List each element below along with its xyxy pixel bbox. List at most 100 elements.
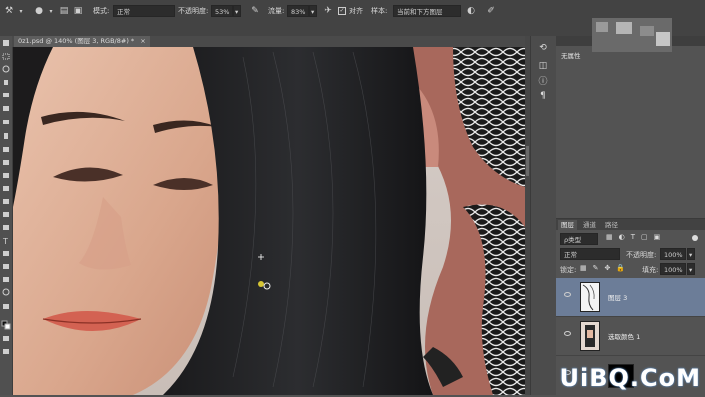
- filter-shape-icon[interactable]: ▢: [641, 233, 648, 241]
- dodge-tool-icon: [3, 212, 9, 217]
- layer-row[interactable]: 图层 3: [556, 278, 705, 317]
- brush-panel-icon: ▤: [59, 6, 69, 16]
- close-icon[interactable]: ×: [140, 37, 145, 45]
- layer-opacity-input[interactable]: 100%: [660, 248, 686, 260]
- layer-filter-select[interactable]: ρ类型: [560, 233, 598, 245]
- lock-label: 锁定:: [560, 266, 577, 274]
- pen-pressure-size-icon: ✐: [487, 6, 495, 16]
- opacity-input[interactable]: 53%: [211, 5, 233, 17]
- filter-type-icon[interactable]: T: [631, 233, 635, 241]
- fill-label: 填充:: [642, 266, 659, 274]
- tab-layers[interactable]: 图层: [558, 220, 577, 230]
- tab-channels[interactable]: 通道: [580, 220, 599, 230]
- clone-stamp-tool-icon: [3, 147, 9, 152]
- lock-position-icon[interactable]: ✥: [605, 264, 611, 272]
- filter-adjust-icon[interactable]: ◐: [619, 233, 625, 241]
- marquee-tool-icon: [2, 53, 10, 60]
- mode-label: 模式:: [93, 7, 110, 15]
- ignore-adjustment-layers-button[interactable]: ◐: [465, 4, 477, 18]
- visibility-eye-icon[interactable]: [564, 292, 571, 297]
- visibility-eye-icon[interactable]: [564, 331, 571, 336]
- brush-dot-icon: ●: [35, 6, 43, 16]
- document-tabbar: 0z1.psd @ 140% (图层 3, RGB/8#) * ×: [12, 36, 526, 47]
- crop-tool-icon: [3, 93, 9, 97]
- flow-dropdown[interactable]: ▾: [309, 5, 317, 17]
- document-tab[interactable]: 0z1.psd @ 140% (图层 3, RGB/8#) * ×: [14, 36, 150, 47]
- history-brush-tool-icon: [3, 160, 9, 165]
- layer-thumbnail: [580, 321, 600, 351]
- filter-toggle-icon[interactable]: [692, 235, 698, 241]
- layer-row[interactable]: 选取颜色 1: [556, 317, 705, 356]
- lock-image-icon[interactable]: ✎: [593, 264, 599, 272]
- filter-pixel-icon[interactable]: ▦: [606, 233, 613, 241]
- opacity-label: 不透明度:: [178, 7, 209, 15]
- tool-preset-picker[interactable]: ⚒ ▾: [3, 4, 27, 18]
- lock-all-icon[interactable]: 🔒: [616, 264, 625, 272]
- lock-row: 锁定: ▦ ✎ ✥ 🔒 填充: 100% ▾: [556, 262, 705, 276]
- path-select-tool-icon: [3, 251, 9, 256]
- toolbox-icons[interactable]: T: [0, 36, 12, 395]
- toolbox: T: [0, 36, 13, 395]
- adjust-panel-icon[interactable]: ◫: [537, 60, 549, 72]
- eraser-tool-icon: [3, 173, 9, 178]
- background-color-swatch: [4, 323, 11, 330]
- history-panel-icon[interactable]: ⟲: [537, 42, 549, 54]
- canvas-image: [13, 47, 525, 395]
- chevron-down-icon: ▾: [49, 7, 53, 15]
- filter-smart-icon[interactable]: ▣: [654, 233, 661, 241]
- aligned-checkbox[interactable]: ✓ 对齐: [338, 4, 363, 18]
- type-tool-icon: T: [2, 237, 8, 246]
- panel-dock: ⟲ ◫ ⓘ ¶: [530, 36, 556, 395]
- watermark-logo: UiBQ.CoM: [559, 364, 701, 392]
- pressure-opacity-button[interactable]: ✎: [249, 4, 261, 18]
- quick-select-tool-icon: [4, 80, 8, 85]
- info-panel-icon[interactable]: ⓘ: [537, 76, 549, 88]
- document-canvas[interactable]: [13, 47, 525, 395]
- shape-tool-icon: [3, 264, 9, 269]
- quick-mask-icon: [3, 336, 9, 341]
- pressure-size-button[interactable]: ✐: [485, 4, 497, 18]
- zoom-tool-icon: [2, 288, 10, 296]
- properties-panel: 无属性: [556, 18, 705, 216]
- document-title: 0z1.psd @ 140% (图层 3, RGB/8#) *: [18, 37, 135, 45]
- aligned-label: 对齐: [349, 7, 363, 15]
- toggle-clone-source-button[interactable]: ▣: [72, 4, 84, 18]
- airbrush-button[interactable]: ✈: [322, 4, 334, 18]
- move-tool-icon: [3, 40, 9, 46]
- flow-label: 流量:: [268, 7, 285, 15]
- opacity-dropdown[interactable]: ▾: [233, 5, 241, 17]
- layer-opacity-label: 不透明度:: [626, 251, 657, 259]
- lock-transparent-icon[interactable]: ▦: [580, 264, 587, 272]
- sample-select[interactable]: 当前和下方图层: [393, 5, 461, 17]
- layer-name[interactable]: 选取颜色 1: [608, 331, 640, 341]
- blur-tool-icon: [3, 199, 9, 204]
- fill-dropdown[interactable]: ▾: [687, 263, 695, 275]
- sample-point: [258, 281, 264, 287]
- fill-input[interactable]: 100%: [660, 263, 686, 275]
- layer-filter-row: ρ类型 ▦ ◐ T ▢ ▣: [556, 232, 705, 246]
- blend-row: 正常 不透明度: 100% ▾: [556, 247, 705, 261]
- extra-tool-icon: [3, 304, 9, 309]
- healing-tool-icon: [3, 120, 9, 124]
- eyedropper-tool-icon: [3, 106, 9, 111]
- pixelated-region: [640, 26, 654, 36]
- flow-input[interactable]: 83%: [287, 5, 309, 17]
- layer-name[interactable]: 图层 3: [608, 292, 627, 302]
- properties-title: 无属性: [561, 52, 581, 60]
- hand-tool-icon: [3, 277, 9, 282]
- brush-tool-icon: [4, 133, 8, 139]
- scrollbar-thumb[interactable]: [526, 146, 529, 176]
- tab-paths[interactable]: 路径: [602, 220, 621, 230]
- layer-thumbnail: [580, 282, 600, 312]
- pen-tool-icon: [3, 225, 9, 230]
- toggle-brush-panel-button[interactable]: ▤: [58, 4, 70, 18]
- brush-size-picker[interactable]: ● ▾: [33, 4, 57, 18]
- blend-mode-select[interactable]: 正常: [560, 248, 620, 260]
- airbrush-icon: ✈: [324, 6, 332, 16]
- layer-opacity-dropdown[interactable]: ▾: [687, 248, 695, 260]
- lasso-tool-icon: [2, 65, 10, 73]
- check-icon: ✓: [338, 7, 346, 15]
- paragraph-panel-icon[interactable]: ¶: [537, 90, 549, 102]
- mode-select[interactable]: 正常: [113, 5, 175, 17]
- chevron-down-icon: ▾: [19, 7, 23, 15]
